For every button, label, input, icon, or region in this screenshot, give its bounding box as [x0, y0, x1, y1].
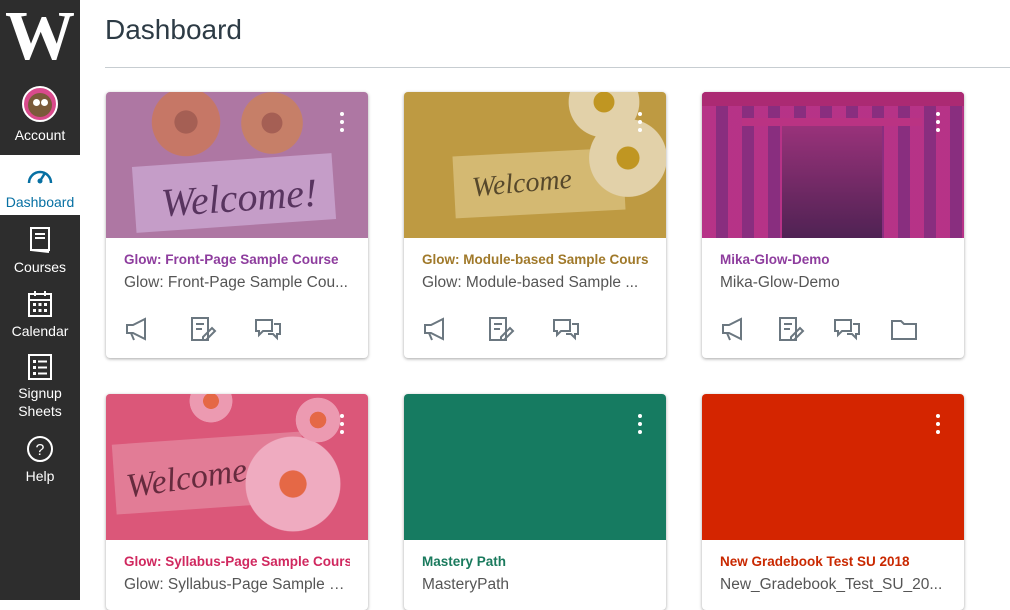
course-card[interactable]: Mastery Path MasteryPath	[404, 394, 666, 610]
assignments-icon[interactable]	[189, 316, 217, 342]
course-title[interactable]: Mika-Glow-Demo	[720, 252, 946, 268]
list-icon	[28, 354, 52, 380]
course-card[interactable]: Welcome Glow: Syllabus-Page Sample Cours…	[106, 394, 368, 610]
discussions-icon[interactable]	[833, 316, 861, 342]
course-subtitle: New_Gradebook_Test_SU_20...	[720, 576, 943, 593]
global-nav: W Account Dashboard Courses Calendar Sig…	[0, 0, 80, 600]
svg-text:?: ?	[36, 442, 45, 459]
discussions-icon[interactable]	[552, 316, 580, 342]
avatar	[22, 86, 58, 122]
card-options-icon[interactable]	[340, 414, 344, 438]
card-options-icon[interactable]	[638, 414, 642, 438]
course-subtitle: MasteryPath	[422, 576, 510, 593]
dashboard-icon	[27, 170, 53, 184]
course-subtitle: Glow: Front-Page Sample Cou...	[124, 274, 348, 291]
book-icon	[30, 227, 50, 253]
course-card[interactable]: New Gradebook Test SU 2018 New_Gradebook…	[702, 394, 964, 610]
announcements-icon[interactable]	[720, 316, 748, 342]
course-card-hero-image[interactable]: Welcome!	[106, 92, 368, 238]
nav-courses-label: Courses	[13, 259, 67, 275]
nav-account[interactable]: Account	[0, 86, 80, 144]
nav-signup-sheets[interactable]: Signup Sheets	[0, 353, 80, 420]
nav-calendar-label: Calendar	[11, 323, 69, 339]
nav-help-label: Help	[25, 468, 55, 484]
course-card[interactable]: Welcome! Glow: Front-Page Sample Course …	[106, 92, 368, 358]
course-card-hero-image[interactable]	[702, 92, 964, 238]
course-subtitle: Mika-Glow-Demo	[720, 274, 840, 291]
nav-signup-label: Signup Sheets	[18, 385, 62, 419]
nav-dashboard-label: Dashboard	[5, 194, 75, 210]
course-title[interactable]: Glow: Module-based Sample Course	[422, 252, 648, 268]
course-card[interactable]: Welcome Glow: Module-based Sample Course…	[404, 92, 666, 358]
course-title[interactable]: Glow: Syllabus-Page Sample Course	[124, 554, 350, 570]
assignments-icon[interactable]	[487, 316, 515, 342]
institution-logo[interactable]: W	[0, 0, 80, 74]
card-options-icon[interactable]	[936, 112, 940, 136]
course-card-color-header[interactable]	[404, 394, 666, 540]
announcements-icon[interactable]	[422, 316, 450, 342]
course-subtitle: Glow: Syllabus-Page Sample C...	[124, 576, 350, 593]
page-title: Dashboard	[105, 14, 242, 45]
nav-dashboard[interactable]: Dashboard	[0, 155, 80, 215]
course-card-hero-image[interactable]: Welcome	[106, 394, 368, 540]
card-options-icon[interactable]	[936, 414, 940, 438]
nav-calendar[interactable]: Calendar	[0, 290, 80, 340]
course-card-color-header[interactable]	[702, 394, 964, 540]
nav-courses[interactable]: Courses	[0, 226, 80, 276]
folder-icon[interactable]	[890, 316, 918, 342]
course-subtitle: Glow: Module-based Sample ...	[422, 274, 639, 291]
card-options-icon[interactable]	[638, 112, 642, 136]
course-title[interactable]: New Gradebook Test SU 2018	[720, 554, 946, 570]
discussions-icon[interactable]	[254, 316, 282, 342]
nav-account-label: Account	[14, 127, 66, 143]
calendar-icon	[28, 291, 52, 317]
card-options-icon[interactable]	[340, 112, 344, 136]
course-title[interactable]: Mastery Path	[422, 554, 648, 570]
header-divider	[105, 67, 1010, 68]
course-card[interactable]: Mika-Glow-Demo Mika-Glow-Demo	[702, 92, 964, 358]
help-icon: ?	[27, 436, 53, 462]
course-title[interactable]: Glow: Front-Page Sample Course	[124, 252, 350, 268]
course-card-hero-image[interactable]: Welcome	[404, 92, 666, 238]
announcements-icon[interactable]	[124, 316, 152, 342]
nav-help[interactable]: ? Help	[0, 435, 80, 485]
assignments-icon[interactable]	[777, 316, 805, 342]
